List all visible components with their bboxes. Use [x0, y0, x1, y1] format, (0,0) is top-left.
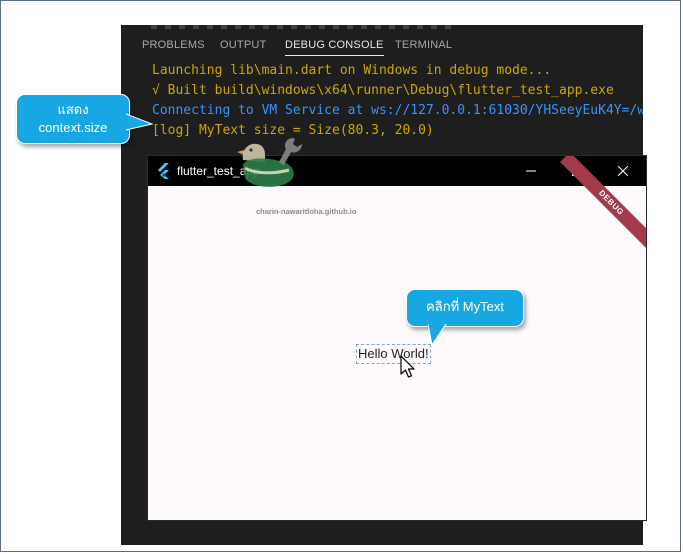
- mytext-widget[interactable]: Hello World!: [356, 344, 431, 364]
- flutter-logo-icon: [158, 163, 169, 179]
- callout-context-size-line1: แสดง: [57, 102, 89, 117]
- tab-terminal[interactable]: TERMINAL: [395, 37, 452, 53]
- truncated-output-strip: [151, 25, 451, 29]
- panel-tab-bar: PROBLEMS OUTPUT DEBUG CONSOLE TERMINAL: [121, 37, 643, 63]
- callout-context-size-pointer: [126, 113, 154, 131]
- tab-output[interactable]: OUTPUT: [220, 37, 266, 53]
- console-line-built: √ Built build\windows\x64\runner\Debug\f…: [152, 83, 614, 98]
- close-icon: [618, 166, 628, 176]
- callout-click-mytext: คลิกที่ MyText: [406, 289, 524, 327]
- mouse-pointer-icon: [400, 355, 415, 378]
- flutter-app-window: flutter_test_app DEBUG charin-nawaritloh…: [148, 156, 646, 520]
- console-line-launching: Launching lib\main.dart on Windows in de…: [152, 63, 552, 78]
- console-line-connecting: Connecting to VM Service at ws://127.0.0…: [152, 103, 643, 118]
- callout-context-size-line2: context.size: [38, 120, 108, 135]
- minimize-icon: [526, 170, 536, 172]
- watermark-text: charin-nawaritloha.github.io: [256, 207, 357, 216]
- duck-wrench-mascot-icon: [237, 138, 302, 187]
- callout-context-size: แสดง context.size: [16, 94, 130, 144]
- callout-click-mytext-pointer: [428, 323, 447, 347]
- tab-problems[interactable]: PROBLEMS: [142, 37, 205, 53]
- tab-debug-console[interactable]: DEBUG CONSOLE: [285, 37, 384, 56]
- minimize-button[interactable]: [508, 156, 554, 186]
- close-button[interactable]: [600, 156, 646, 186]
